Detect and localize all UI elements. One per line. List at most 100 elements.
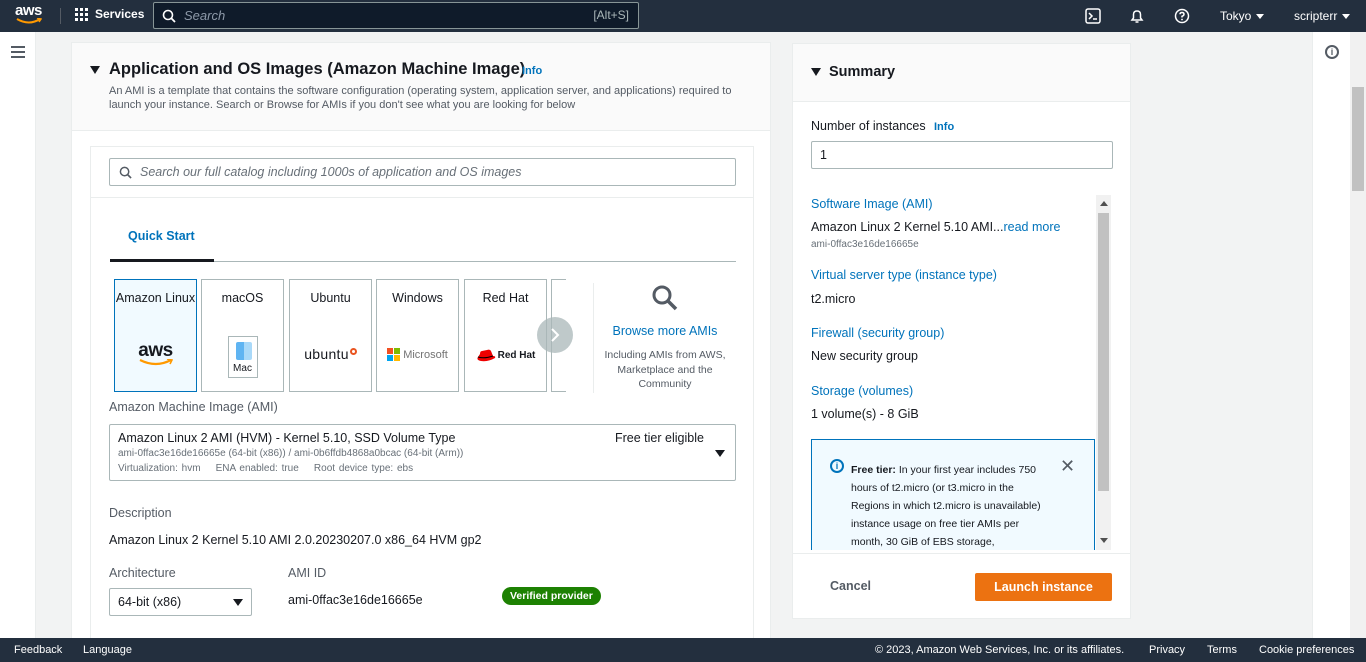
bell-icon[interactable] — [1128, 7, 1146, 25]
catalog-search-input[interactable]: Search our full catalog including 1000s … — [109, 158, 736, 186]
ami-section: Application and OS Images (Amazon Machin… — [71, 42, 771, 646]
instance-type-link[interactable]: Virtual server type (instance type) — [811, 268, 997, 282]
page-scrollbar[interactable] — [1350, 32, 1366, 638]
storage-link[interactable]: Storage (volumes) — [811, 384, 913, 398]
number-of-instances-value: 1 — [820, 148, 827, 162]
free-tier-alert: i Free tier: In your first year includes… — [811, 439, 1095, 550]
caret-down-icon — [715, 450, 725, 457]
os-card-red-hat[interactable]: Red Hat Red Hat — [464, 279, 547, 392]
scroll-down-icon[interactable] — [1100, 538, 1108, 543]
nav-separator — [60, 8, 61, 24]
free-tier-eligible-label: Free tier eligible — [615, 431, 704, 445]
ami-select-dropdown[interactable]: Amazon Linux 2 AMI (HVM) - Kernel 5.10, … — [109, 424, 736, 481]
search-shortcut: [Alt+S] — [593, 8, 629, 22]
architecture-select[interactable]: 64-bit (x86) — [109, 588, 252, 616]
os-card-windows[interactable]: Windows Microsoft — [376, 279, 459, 392]
firewall-link[interactable]: Firewall (security group) — [811, 326, 944, 340]
aws-logo[interactable]: aws — [15, 3, 45, 27]
caret-down-icon — [1342, 14, 1351, 20]
divider — [793, 553, 1130, 554]
account-label: scripterr — [1294, 9, 1338, 23]
browse-more-subtext: Including AMIs from AWS, Marketplace and… — [604, 349, 726, 390]
summary-scrollbar[interactable] — [1096, 195, 1111, 550]
info-icon: i — [830, 459, 844, 473]
scroll-up-icon[interactable] — [1100, 201, 1108, 206]
mac-finder-icon: Mac — [202, 336, 283, 378]
os-card-label: Amazon Linux — [115, 291, 196, 305]
ami-ids: ami-0ffac3e16de16665e (64-bit (x86)) / a… — [118, 448, 464, 459]
feedback-link[interactable]: Feedback — [14, 644, 62, 656]
scrollbar-thumb[interactable] — [1098, 213, 1109, 491]
caret-down-icon — [233, 599, 243, 606]
services-menu-button[interactable]: Services — [75, 7, 144, 21]
divider — [91, 197, 753, 198]
read-more-link[interactable]: read more — [1003, 220, 1060, 234]
software-image-link[interactable]: Software Image (AMI) — [811, 197, 933, 211]
search-icon — [162, 9, 176, 23]
number-of-instances-info-link[interactable]: Info — [934, 121, 954, 133]
aws-logo-icon: aws — [115, 340, 196, 370]
region-selector[interactable]: Tokyo — [1220, 9, 1265, 23]
firewall-value: New security group — [811, 349, 918, 363]
left-rail — [0, 32, 36, 638]
os-card-ubuntu[interactable]: Ubuntu ubuntu — [289, 279, 372, 392]
ami-virtualization-info: Virtualization: hvm ENA enabled: true Ro… — [118, 463, 414, 474]
launch-instance-button[interactable]: Launch instance — [975, 573, 1112, 601]
storage-value: 1 volume(s) - 8 GiB — [811, 407, 919, 421]
browse-more-link[interactable]: Browse more AMIs — [603, 324, 727, 338]
menu-icon[interactable] — [11, 46, 25, 61]
os-card-label: S — [552, 288, 566, 308]
summary-details: Software Image (AMI) Amazon Linux 2 Kern… — [793, 195, 1113, 550]
search-placeholder: Search — [184, 8, 226, 23]
description-value: Amazon Linux 2 Kernel 5.10 AMI 2.0.20230… — [109, 533, 482, 547]
free-tier-text: Free tier: In your first year includes 7… — [851, 464, 1041, 548]
privacy-link[interactable]: Privacy — [1149, 644, 1185, 656]
grid-icon — [75, 7, 88, 21]
os-card-amazon-linux[interactable]: Amazon Linux aws — [114, 279, 197, 392]
microsoft-logo-icon: Microsoft — [377, 348, 458, 361]
top-navigation: aws Services Search [Alt+S] Tokyo script… — [0, 0, 1366, 32]
software-image-value: Amazon Linux 2 Kernel 5.10 AMI...read mo… — [811, 220, 1061, 234]
info-icon[interactable]: i — [1325, 45, 1339, 59]
red-hat-logo-icon: Red Hat — [465, 348, 546, 362]
language-link[interactable]: Language — [83, 644, 132, 656]
cloudshell-icon[interactable] — [1084, 7, 1102, 25]
tab-quick-start[interactable]: Quick Start — [128, 229, 195, 243]
summary-header[interactable]: Summary — [793, 44, 1130, 102]
divider — [593, 283, 594, 393]
software-image-id: ami-0ffac3e16de16665e — [811, 239, 919, 250]
help-icon[interactable] — [1173, 7, 1191, 25]
number-of-instances-label: Number of instances — [811, 119, 926, 133]
ami-catalog-box: Search our full catalog including 1000s … — [90, 146, 754, 646]
ami-name: Amazon Linux 2 AMI (HVM) - Kernel 5.10, … — [118, 431, 456, 445]
ubuntu-logo-icon: ubuntu — [290, 346, 371, 362]
global-search-input[interactable]: Search [Alt+S] — [153, 2, 639, 29]
os-carousel-next-button[interactable] — [537, 317, 573, 353]
terms-link[interactable]: Terms — [1207, 644, 1237, 656]
account-menu[interactable]: scripterr — [1294, 9, 1351, 23]
collapse-caret-icon[interactable] — [811, 68, 821, 76]
ami-section-title: Application and OS Images (Amazon Machin… — [109, 60, 526, 78]
close-icon[interactable]: ✕ — [1060, 457, 1075, 475]
cookie-preferences-link[interactable]: Cookie preferences — [1259, 644, 1354, 656]
ami-info-link[interactable]: Info — [522, 65, 542, 77]
architecture-value: 64-bit (x86) — [118, 595, 182, 609]
search-icon — [119, 166, 132, 179]
summary-title: Summary — [829, 64, 896, 80]
browse-more-amis[interactable]: Browse more AMIs Including AMIs from AWS… — [603, 284, 727, 392]
aws-logo-text: aws — [15, 2, 42, 19]
active-tab-indicator — [110, 259, 214, 262]
cancel-button[interactable]: Cancel — [830, 579, 871, 593]
right-rail: i — [1312, 32, 1350, 638]
scrollbar-thumb[interactable] — [1352, 87, 1364, 191]
verified-provider-badge: Verified provider — [502, 587, 601, 605]
copyright-text: © 2023, Amazon Web Services, Inc. or its… — [875, 644, 1125, 656]
ami-section-description: An AMI is a template that contains the s… — [109, 85, 732, 111]
ami-section-header[interactable]: Application and OS Images (Amazon Machin… — [72, 43, 770, 131]
os-card-macos[interactable]: macOS Mac — [201, 279, 284, 392]
services-label: Services — [95, 7, 145, 21]
collapse-caret-icon[interactable] — [90, 66, 100, 74]
number-of-instances-input[interactable]: 1 — [811, 141, 1113, 169]
os-card-label: macOS — [221, 291, 264, 305]
ami-id-label: AMI ID — [288, 566, 327, 580]
